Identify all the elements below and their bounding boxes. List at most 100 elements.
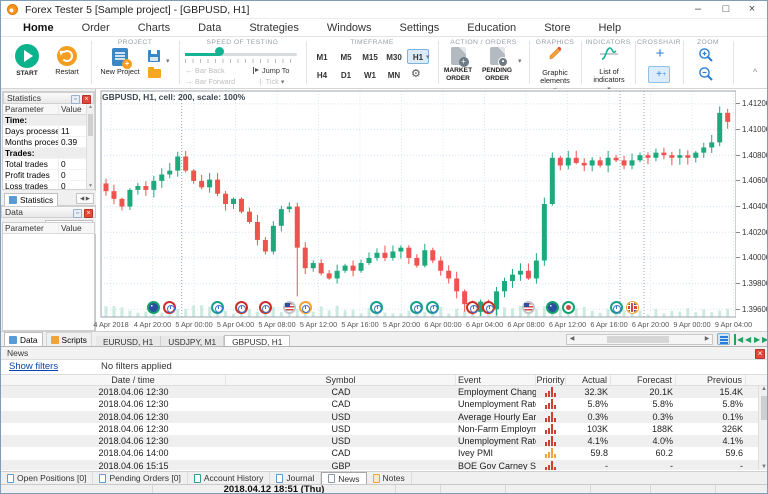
pending-order-button[interactable]: PENDING ORDER xyxy=(479,47,515,82)
scroll-left-icon[interactable]: ◀ xyxy=(567,335,577,344)
timeframe-chevron[interactable]: ▾ xyxy=(426,53,430,61)
minimize-button[interactable]: – xyxy=(685,1,711,18)
news-close-icon[interactable]: × xyxy=(755,349,765,359)
scrollbar-thumb[interactable] xyxy=(761,396,768,420)
zoom-in-button[interactable] xyxy=(698,47,714,68)
data-close-icon[interactable]: × xyxy=(84,209,93,218)
usa-news-marker-icon[interactable] xyxy=(522,301,535,314)
timeframe-button-w1[interactable]: W1 xyxy=(359,67,381,82)
menu-item-order[interactable]: Order xyxy=(68,19,124,36)
time-axis[interactable]: 4 Apr 20184 Apr 20:005 Apr 00:005 Apr 04… xyxy=(96,320,736,331)
open-project-button[interactable] xyxy=(148,69,161,78)
graphic-elements-button[interactable]: Graphic elements ▾ xyxy=(533,46,577,94)
clock-red-news-marker-icon[interactable] xyxy=(259,301,272,314)
price-chart[interactable] xyxy=(96,89,736,319)
menu-item-home[interactable]: Home xyxy=(9,19,68,36)
japan-news-marker-icon[interactable] xyxy=(562,301,575,314)
clock-red-news-marker-icon[interactable] xyxy=(235,301,248,314)
save-project-button[interactable] xyxy=(148,50,160,62)
news-row[interactable]: 2018.04.06 12:30USDNon-Farm Employment C… xyxy=(1,423,758,435)
bar-back-button[interactable]: ← Bar Back xyxy=(185,66,225,75)
news-row[interactable]: 2018.04.06 12:30USDUnemployment Rate4.1%… xyxy=(1,435,758,447)
menu-item-charts[interactable]: Charts xyxy=(124,19,184,36)
chart-area[interactable]: GBPUSD, H1, cell: 200, scale: 100% 1.412… xyxy=(96,89,768,331)
bottom-tab-account-history[interactable]: Account History xyxy=(188,472,271,484)
project-more-chevron[interactable]: ▾ xyxy=(166,57,170,65)
clock-teal-news-marker-icon[interactable] xyxy=(410,301,423,314)
menu-item-education[interactable]: Education xyxy=(453,19,530,36)
tab-data[interactable]: Data xyxy=(4,332,43,346)
news-row[interactable]: 2018.04.06 12:30CADEmployment Change32.3… xyxy=(1,386,758,398)
clock-teal-news-marker-icon[interactable] xyxy=(426,301,439,314)
bar-forward-button[interactable]: → Bar Forward xyxy=(185,77,235,86)
tick-chevron[interactable]: ▾ xyxy=(281,79,285,86)
clock-red-news-marker-icon[interactable] xyxy=(482,301,495,314)
menu-item-strategies[interactable]: Strategies xyxy=(235,19,313,36)
list-of-indicators-button[interactable]: List of indicators ▾ xyxy=(587,46,631,93)
chart-horizontal-scrollbar[interactable]: ◀ ▶ xyxy=(566,334,713,345)
timeframe-button-m15[interactable]: M15 xyxy=(359,49,381,64)
start-button[interactable]: START xyxy=(9,44,45,78)
news-row[interactable]: 2018.04.06 12:30CADUnemployment Rate5.8%… xyxy=(1,398,758,410)
timeframe-button-d1[interactable]: D1 xyxy=(335,67,357,82)
clock-teal-news-marker-icon[interactable] xyxy=(610,301,623,314)
price-axis[interactable]: 1.412001.410001.408001.406001.404001.402… xyxy=(736,89,768,319)
next-bar-icon[interactable]: ▶ xyxy=(754,334,760,345)
statistics-scrollbar[interactable]: ▲▼ xyxy=(86,104,94,189)
statistics-restore-icon[interactable]: ▫ xyxy=(71,95,80,104)
scrollbar-thumb[interactable] xyxy=(607,336,669,343)
timeframe-button-m30[interactable]: M30 xyxy=(383,49,405,64)
crosshair-sync-button[interactable]: + xyxy=(648,66,670,83)
clock-orange-news-marker-icon[interactable] xyxy=(299,301,312,314)
bottom-tab-news[interactable]: News xyxy=(321,472,366,484)
bottom-tab-open-positions-0[interactable]: Open Positions [0] xyxy=(1,472,93,484)
market-order-button[interactable]: + MARKET ORDER xyxy=(441,47,475,82)
usa-news-marker-icon[interactable] xyxy=(283,301,296,314)
timeframe-button-h4[interactable]: H4 xyxy=(311,67,333,82)
bottom-tab-pending-orders-0[interactable]: Pending Orders [0] xyxy=(93,472,187,484)
menu-item-data[interactable]: Data xyxy=(184,19,235,36)
zoom-out-button[interactable] xyxy=(698,66,714,87)
go-last-bar-icon[interactable]: ▶ xyxy=(762,334,768,345)
clock-teal-news-marker-icon[interactable] xyxy=(370,301,383,314)
maximize-button[interactable]: □ xyxy=(713,1,739,18)
data-restore-icon[interactable]: ▫ xyxy=(73,209,82,218)
timeframe-button-m5[interactable]: M5 xyxy=(335,49,357,64)
clock-red-news-marker-icon[interactable] xyxy=(163,301,176,314)
menu-item-settings[interactable]: Settings xyxy=(386,19,454,36)
news-scrollbar[interactable]: ▲▼ xyxy=(758,386,768,470)
tab-scripts[interactable]: Scripts xyxy=(46,332,92,346)
statistics-close-icon[interactable]: × xyxy=(82,95,91,104)
scroll-right-icon[interactable]: ▶ xyxy=(702,335,712,344)
bottom-tab-journal[interactable]: Journal xyxy=(270,472,321,484)
bottom-tab-notes[interactable]: Notes xyxy=(367,472,412,484)
new-project-button[interactable]: New Project xyxy=(99,48,141,76)
speed-slider[interactable] xyxy=(185,50,297,64)
australia-news-marker-icon[interactable] xyxy=(546,301,559,314)
clock-red-news-marker-icon[interactable] xyxy=(466,301,479,314)
tick-button[interactable]: ·|· Tick ▾ xyxy=(257,77,284,86)
timeframe-button-mn[interactable]: MN xyxy=(383,67,405,82)
slider-track[interactable] xyxy=(185,53,297,56)
timeframe-button-m1[interactable]: M1 xyxy=(311,49,333,64)
news-row[interactable]: 2018.04.06 15:15GBPBOE Gov Carney Speaks… xyxy=(1,460,758,470)
restart-button[interactable]: Restart xyxy=(49,46,85,76)
go-first-bar-icon[interactable]: ◀ xyxy=(734,334,743,345)
close-button[interactable]: × xyxy=(739,1,765,18)
timeframe-settings-gear-icon[interactable]: ⚙ xyxy=(411,67,421,80)
clock-teal-news-marker-icon[interactable] xyxy=(211,301,224,314)
collapse-ribbon-chevron[interactable]: ^ xyxy=(753,67,757,77)
auto-scroll-icon[interactable] xyxy=(717,333,730,345)
tab-pager-buttons[interactable]: ◀ ▶ xyxy=(76,193,94,204)
australia-news-marker-icon[interactable] xyxy=(147,301,160,314)
prev-bar-icon[interactable]: ◀ xyxy=(745,334,751,345)
scrollbar-thumb[interactable] xyxy=(88,114,93,136)
orders-chevron[interactable]: ▾ xyxy=(518,57,522,65)
jump-to-button[interactable]: Jump To xyxy=(253,66,289,75)
news-row[interactable]: 2018.04.06 14:00CADIvey PMI59.860.259.6 xyxy=(1,447,758,459)
uk-news-marker-icon[interactable] xyxy=(626,301,639,314)
menu-item-store[interactable]: Store xyxy=(530,19,584,36)
menu-item-help[interactable]: Help xyxy=(584,19,635,36)
tab-statistics[interactable]: Statistics xyxy=(4,193,58,207)
show-filters-link[interactable]: Show filters xyxy=(9,360,58,374)
